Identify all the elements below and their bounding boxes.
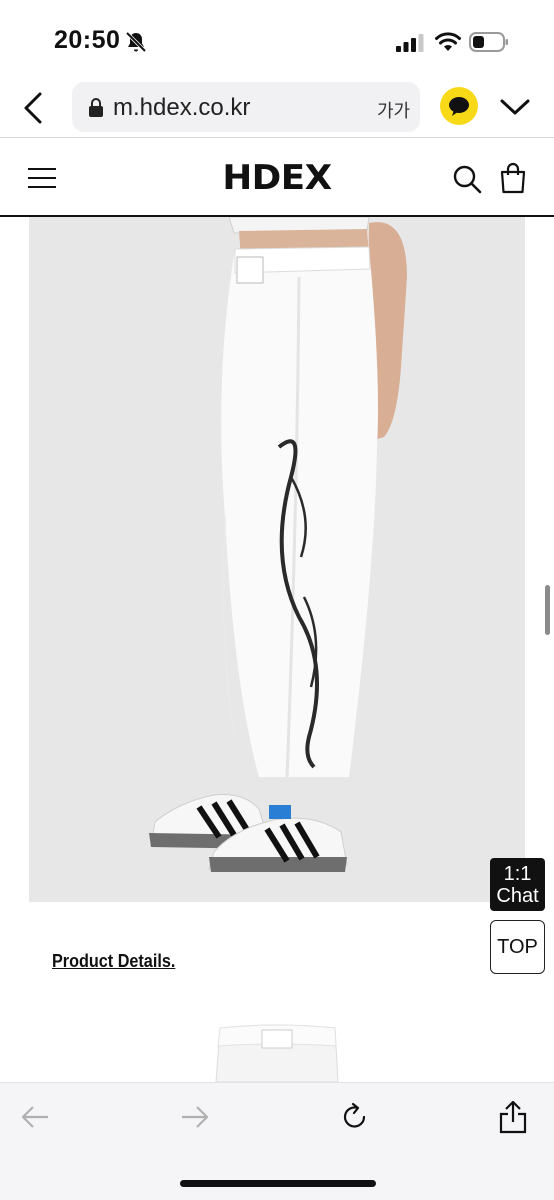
search-icon[interactable]: [452, 164, 482, 194]
signal-icon: [396, 34, 424, 52]
product-image: [29, 217, 525, 902]
nav-forward-icon[interactable]: [180, 1104, 210, 1130]
text-size-button[interactable]: 가가: [377, 97, 410, 123]
share-icon[interactable]: [498, 1100, 528, 1134]
browser-divider: [0, 137, 554, 138]
nav-back-icon[interactable]: [20, 1104, 50, 1130]
chat-button-line1: 1:1: [503, 863, 532, 885]
reload-icon[interactable]: [340, 1102, 370, 1132]
url-text[interactable]: m.hdex.co.kr: [113, 94, 250, 122]
lock-icon: [89, 98, 103, 117]
chat-button-line2: Chat: [496, 885, 539, 907]
cart-icon[interactable]: [499, 162, 527, 194]
top-button[interactable]: TOP: [490, 920, 545, 974]
kakao-chat-button[interactable]: [440, 87, 478, 125]
kakao-chat-icon: [449, 97, 469, 116]
scrollbar[interactable]: [545, 585, 550, 635]
back-icon[interactable]: [18, 88, 52, 128]
battery-icon: [469, 32, 508, 52]
product-detail-image: [215, 1024, 339, 1082]
wifi-icon: [435, 32, 461, 51]
home-indicator: [180, 1180, 376, 1187]
bell-slash-icon: [125, 31, 147, 53]
product-details-link[interactable]: Product Details.: [52, 951, 175, 972]
chat-button[interactable]: 1:1 Chat: [490, 858, 545, 911]
chevron-down-icon[interactable]: [498, 95, 532, 119]
status-time: 20:50: [54, 26, 121, 54]
